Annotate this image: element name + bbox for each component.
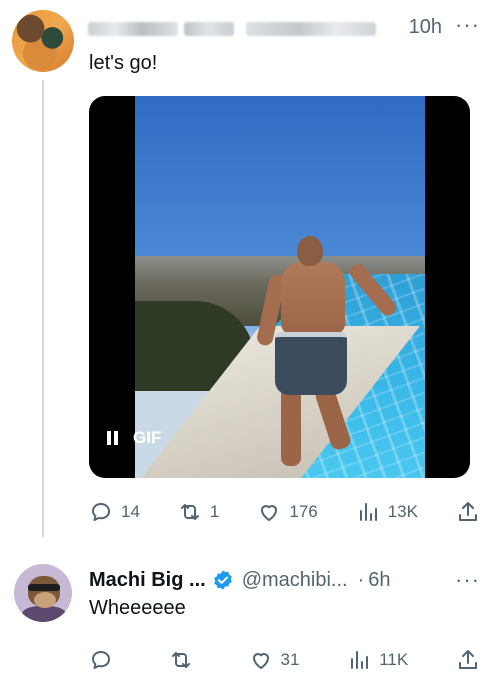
avatar-muzzle bbox=[34, 592, 56, 608]
heart-icon bbox=[252, 653, 269, 669]
reply-count: 14 bbox=[121, 502, 140, 521]
retweet-button[interactable] bbox=[169, 648, 201, 672]
tweet-actions: 31 11K bbox=[89, 645, 480, 675]
retweet-icon bbox=[180, 504, 199, 520]
like-count: 31 bbox=[280, 650, 300, 669]
share-icon bbox=[458, 650, 477, 669]
gif-label: GIF bbox=[133, 428, 162, 447]
thread-line bbox=[42, 80, 44, 537]
like-button[interactable]: 176 bbox=[257, 500, 318, 524]
reply-button[interactable] bbox=[89, 648, 121, 672]
share-button[interactable] bbox=[456, 648, 480, 672]
redacted-display-name bbox=[88, 22, 178, 36]
shorts bbox=[275, 332, 347, 395]
gif-controls: GIF bbox=[107, 428, 161, 448]
tweet-text: Wheeeeee bbox=[89, 597, 186, 619]
retweet-button[interactable]: 1 bbox=[178, 500, 219, 524]
reply-icon bbox=[92, 503, 110, 521]
reply-icon bbox=[92, 651, 110, 669]
redacted-handle bbox=[246, 22, 376, 36]
share-button[interactable] bbox=[456, 500, 480, 524]
more-options-button[interactable]: ··· bbox=[455, 12, 480, 38]
tweet-timestamp[interactable]: 10h bbox=[409, 16, 442, 39]
avatar-body bbox=[22, 606, 66, 622]
heart-icon bbox=[261, 505, 278, 521]
timeline: 10h ··· let's go! GIF 14 1 176 13K Machi… bbox=[0, 0, 500, 688]
retweet-icon bbox=[171, 652, 190, 668]
reply-button[interactable]: 14 bbox=[89, 500, 140, 524]
view-count: 11K bbox=[379, 650, 409, 669]
like-button[interactable]: 31 bbox=[249, 648, 300, 672]
redacted-display-name-2 bbox=[184, 22, 234, 36]
verified-badge-icon bbox=[213, 570, 232, 590]
head bbox=[297, 236, 323, 266]
avatar[interactable] bbox=[14, 564, 72, 622]
pause-icon[interactable] bbox=[107, 431, 119, 445]
like-count: 176 bbox=[289, 502, 318, 521]
leg-left bbox=[281, 386, 301, 466]
torso bbox=[281, 262, 345, 334]
user-handle[interactable]: @machibi... bbox=[242, 569, 348, 592]
person-figure bbox=[245, 236, 399, 476]
arm-right bbox=[346, 260, 399, 319]
share-icon bbox=[458, 502, 477, 521]
more-options-button[interactable]: ··· bbox=[455, 567, 480, 593]
tweet-actions: 14 1 176 13K bbox=[89, 497, 480, 527]
gif-media[interactable]: GIF bbox=[89, 96, 470, 478]
tweet-header: Machi Big ... @machibi... · 6h ··· bbox=[89, 566, 480, 594]
tweet-text: let's go! bbox=[89, 52, 158, 74]
gif-frame bbox=[135, 96, 425, 478]
view-count: 13K bbox=[387, 502, 418, 521]
tweet-timestamp[interactable]: 6h bbox=[368, 569, 390, 592]
views-button[interactable]: 13K bbox=[356, 500, 418, 524]
avatar-sunglasses bbox=[28, 584, 60, 591]
avatar[interactable] bbox=[12, 10, 74, 72]
views-icon bbox=[351, 651, 369, 669]
separator-dot: · bbox=[357, 568, 365, 591]
views-icon bbox=[359, 503, 377, 521]
retweet-count: 1 bbox=[209, 502, 220, 521]
views-button[interactable]: 11K bbox=[347, 648, 408, 672]
display-name[interactable]: Machi Big ... bbox=[89, 569, 206, 592]
tweet-header: 10h ··· bbox=[88, 12, 480, 44]
